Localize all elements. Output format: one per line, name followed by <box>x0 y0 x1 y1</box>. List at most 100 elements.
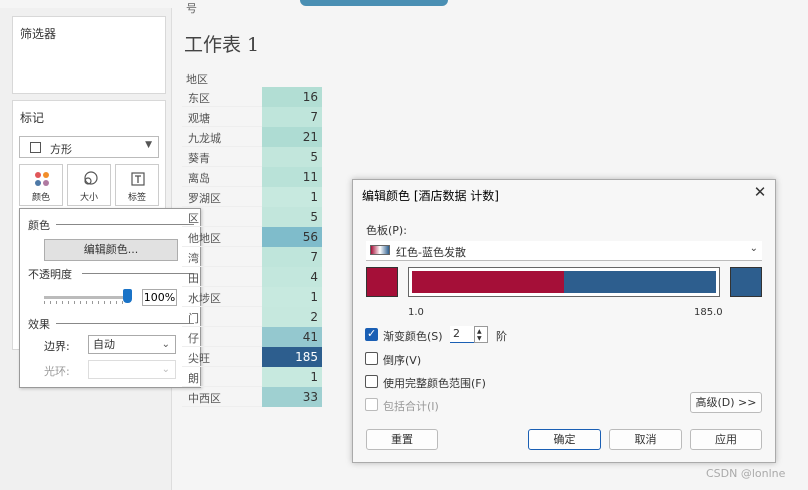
table-cell[interactable]: 16 <box>262 87 322 107</box>
watermark: CSDN @lonlne <box>706 467 786 480</box>
row-label[interactable]: 区 <box>188 210 199 226</box>
row-label[interactable]: 观塘 <box>188 110 210 126</box>
chevron-down-icon: ⌄ <box>749 243 758 254</box>
row-label[interactable]: 田 <box>188 270 199 286</box>
spinner-up-icon[interactable]: ▲ <box>477 328 482 335</box>
row-label[interactable]: 葵青 <box>188 150 210 166</box>
palette-label: 色板(P): <box>366 224 407 237</box>
row-label[interactable]: 水埗区 <box>188 290 221 306</box>
active-sheet-tab[interactable] <box>300 0 448 6</box>
mark-type-dropdown[interactable]: 方形 ▼ <box>19 136 159 158</box>
size-icon <box>84 171 98 185</box>
color-popup: 颜色 编辑颜色... 不透明度 100% 效果 边界: 自动 ⌄ 光环: ⌄ <box>19 208 201 388</box>
label-mark-button[interactable]: 标签 <box>115 164 159 206</box>
row-separator <box>182 166 262 167</box>
opacity-section-heading: 不透明度 <box>28 268 72 281</box>
row-label[interactable]: 他地区 <box>188 230 221 246</box>
column-header-region[interactable]: 地区 <box>186 71 208 87</box>
apply-button[interactable]: 应用 <box>690 429 762 450</box>
row-label[interactable]: 仔 <box>188 330 199 346</box>
border-select[interactable]: 自动 ⌄ <box>88 335 176 354</box>
table-cell[interactable]: 5 <box>262 147 322 167</box>
halo-select: ⌄ <box>88 360 176 379</box>
opacity-input[interactable]: 100% <box>142 289 177 306</box>
row-label[interactable]: 中西区 <box>188 390 221 406</box>
steps-suffix: 阶 <box>496 330 507 343</box>
row-separator <box>182 406 262 407</box>
include-totals-label: 包括合计(I) <box>383 400 439 413</box>
row-separator <box>182 266 262 267</box>
divider <box>56 323 194 324</box>
opacity-slider-ticks <box>44 301 124 304</box>
row-label[interactable]: 湾 <box>188 250 199 266</box>
color-section-heading: 颜色 <box>28 219 50 232</box>
range-min-label: 1.0 <box>408 307 424 318</box>
table-cell[interactable]: 2 <box>262 307 322 327</box>
row-label[interactable]: 门 <box>188 310 199 326</box>
mark-type-value: 方形 <box>50 143 72 156</box>
sheet-tab-partial[interactable]: 号 <box>186 0 206 15</box>
table-cell[interactable]: 7 <box>262 247 322 267</box>
table-cell[interactable]: 41 <box>262 327 322 347</box>
row-label[interactable]: 东区 <box>188 90 210 106</box>
dialog-title: 编辑颜色 [酒店数据 计数] <box>362 189 499 203</box>
row-separator <box>182 366 262 367</box>
reversed-checkbox[interactable] <box>365 352 378 365</box>
table-cell[interactable]: 1 <box>262 287 322 307</box>
border-select-value: 自动 <box>93 338 115 351</box>
table-cell[interactable]: 185 <box>262 347 322 367</box>
advanced-button[interactable]: 高级(D) >> <box>690 392 762 413</box>
row-label[interactable]: 离岛 <box>188 170 210 186</box>
row-separator <box>182 186 262 187</box>
table-cell[interactable]: 7 <box>262 107 322 127</box>
table-cell[interactable]: 21 <box>262 127 322 147</box>
stepped-color-checkbox[interactable] <box>365 327 378 341</box>
color-mark-button[interactable]: 颜色 <box>19 164 63 206</box>
divider <box>56 224 194 225</box>
ok-button[interactable]: 确定 <box>528 429 601 450</box>
row-separator <box>182 306 262 307</box>
row-separator <box>182 286 262 287</box>
row-separator <box>182 346 262 347</box>
row-separator <box>182 326 262 327</box>
table-cell[interactable]: 5 <box>262 207 322 227</box>
reset-button[interactable]: 重置 <box>366 429 438 450</box>
palette-select[interactable]: 红色-蓝色发散 ⌄ <box>366 241 762 261</box>
table-cell[interactable]: 4 <box>262 267 322 287</box>
size-mark-label: 大小 <box>79 193 98 203</box>
spinner-down-icon[interactable]: ▼ <box>477 335 482 342</box>
table-cell[interactable]: 1 <box>262 187 322 207</box>
full-range-checkbox[interactable] <box>365 375 378 388</box>
table-cell[interactable]: 11 <box>262 167 322 187</box>
table-cell[interactable]: 1 <box>262 367 322 387</box>
effects-section-heading: 效果 <box>28 318 50 331</box>
high-color-swatch[interactable] <box>730 267 762 297</box>
steps-spinner[interactable]: ▲ ▼ <box>474 326 488 343</box>
steps-input[interactable]: 2 <box>450 326 476 343</box>
dropdown-arrow-icon: ▼ <box>145 140 152 150</box>
include-totals-checkbox <box>365 398 378 411</box>
opacity-slider-track[interactable] <box>44 296 124 299</box>
row-label[interactable]: 朗 <box>188 370 199 386</box>
color-palette-icon <box>35 172 49 186</box>
table-cell[interactable]: 33 <box>262 387 322 407</box>
edit-colors-button[interactable]: 编辑颜色... <box>44 239 178 261</box>
size-mark-button[interactable]: 大小 <box>67 164 111 206</box>
filters-shelf[interactable]: 筛选器 <box>12 16 166 94</box>
row-separator <box>182 106 262 107</box>
opacity-slider-thumb[interactable] <box>123 289 132 303</box>
row-label[interactable]: 尖旺 <box>188 350 210 366</box>
row-label[interactable]: 罗湖区 <box>188 190 221 206</box>
edit-colors-dialog <box>352 179 776 463</box>
row-separator <box>182 206 262 207</box>
square-icon <box>30 142 41 153</box>
marks-title: 标记 <box>20 111 45 125</box>
low-color-swatch[interactable] <box>366 267 398 297</box>
close-icon[interactable]: ✕ <box>752 184 768 200</box>
row-separator <box>182 126 262 127</box>
table-cell[interactable]: 56 <box>262 227 322 247</box>
row-label[interactable]: 九龙城 <box>188 130 221 146</box>
row-separator <box>182 386 262 387</box>
color-gradient-preview <box>408 267 720 297</box>
cancel-button[interactable]: 取消 <box>609 429 682 450</box>
